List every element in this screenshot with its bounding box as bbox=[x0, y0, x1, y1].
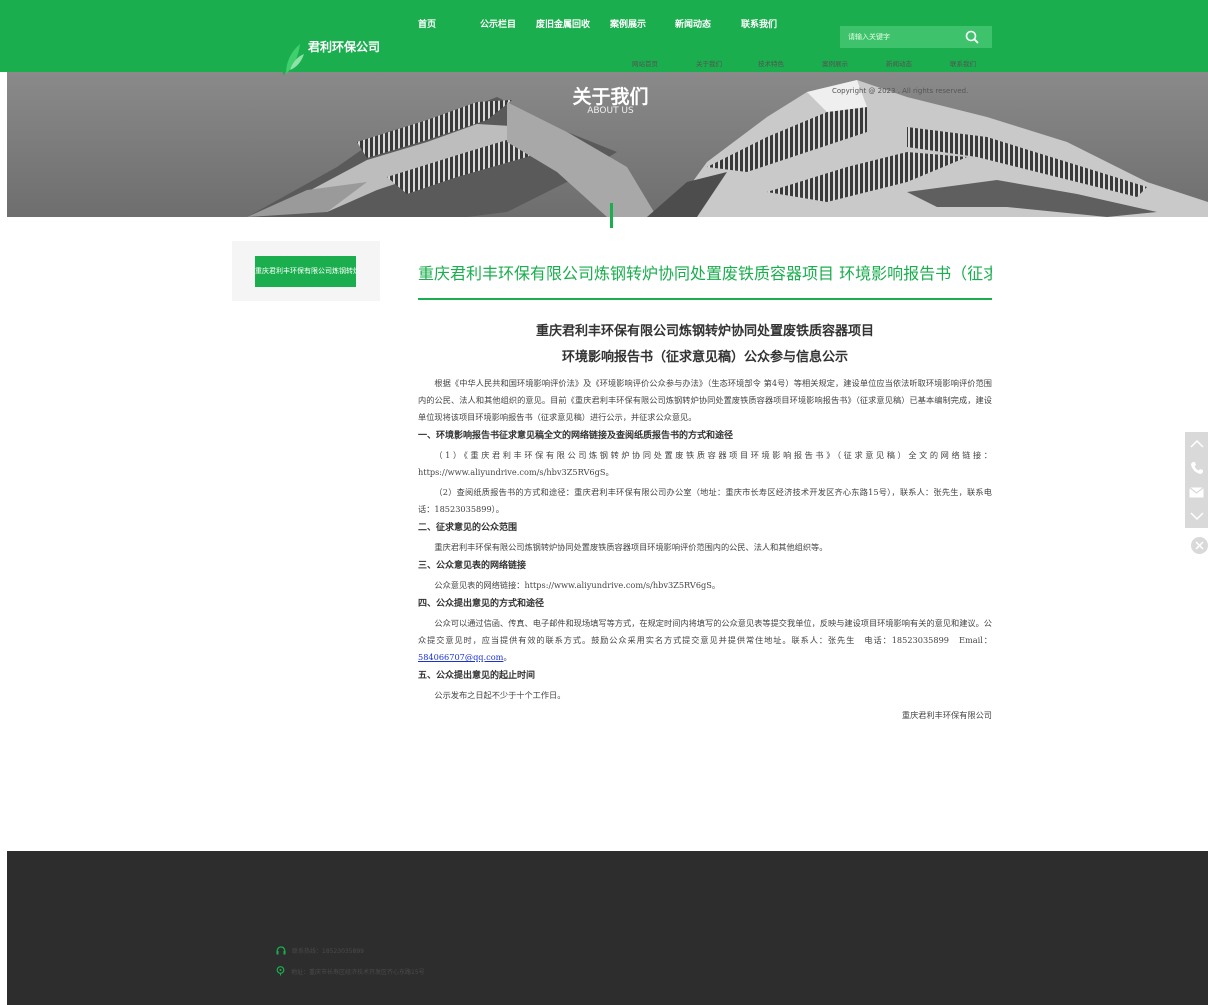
intro-paragraph: 根据《中华人民共和国环境影响评价法》及《环境影响评价公众参与办法》（生态环境部令… bbox=[418, 378, 992, 422]
logo-leaf-icon bbox=[282, 44, 304, 76]
section-2-paragraph: 重庆君利丰环保有限公司炼钢转炉协同处置废铁质容器项目环境影响评价范围内的公民、法… bbox=[434, 542, 828, 552]
banner-title: 关于我们 bbox=[572, 86, 649, 108]
footer-nav-about[interactable]: 关于我们 bbox=[696, 58, 758, 68]
nav-metal-recycling[interactable]: 废旧金属回收 bbox=[536, 17, 610, 30]
phone-icon[interactable] bbox=[1185, 456, 1208, 480]
section-4-text: 公众可以通过信函、传真、电子邮件和现场填写等方式，在规定时间内将填写的公众意见表… bbox=[418, 618, 992, 645]
footer-nav-home[interactable]: 网站首页 bbox=[632, 58, 696, 68]
section-1-paragraph-1: （1）《重庆君利丰环保有限公司炼钢转炉协同处置废铁质容器项目环境影响报告书》（征… bbox=[418, 450, 992, 477]
footer-slogan: 改变，正当其时 bbox=[308, 57, 357, 65]
close-icon[interactable] bbox=[1191, 537, 1208, 554]
floating-toolbar bbox=[1185, 432, 1208, 528]
footer-nav: 网站首页 关于我们 技术特色 案例展示 新闻动态 联系我们 bbox=[632, 58, 990, 68]
sidebar-item-active[interactable]: 重庆君利丰环保有限公司炼钢转炉协同处置废铁质容器项目 环境影响报告书（征求意见稿… bbox=[255, 256, 356, 287]
section-3-paragraph: 公众意见表的网络链接：https://www.aliyundrive.com/s… bbox=[434, 580, 721, 590]
top-nav-bar: 首页 公示栏目 废旧金属回收 案例展示 新闻动态 联系我们 bbox=[0, 0, 1208, 72]
article-header: 重庆君利丰环保有限公司炼钢转炉协同处置废铁质容器项目 环境影响报告书（征求意见稿… bbox=[418, 264, 992, 283]
footer-hotline-text: 联系热线：18523035899 bbox=[292, 948, 364, 955]
section-4-paragraph: 公众可以通过信函、传真、电子邮件和现场填写等方式，在规定时间内将填写的公众意见表… bbox=[418, 615, 992, 666]
nav-cases[interactable]: 案例展示 bbox=[610, 17, 675, 30]
search-box bbox=[840, 26, 992, 48]
section-2-heading: 二、征求意见的公众范围 bbox=[418, 523, 518, 533]
chevron-up-icon[interactable] bbox=[1185, 432, 1208, 456]
footer-hotline: 联系热线：18523035899 bbox=[276, 946, 364, 955]
copyright: Copyright @ 2023 . All rights reserved. bbox=[832, 87, 969, 95]
footer-address-text: 地址：重庆市长寿区经济技术开发区齐心东路15号 bbox=[291, 968, 425, 976]
section-4-end: 。 bbox=[503, 652, 512, 662]
chevron-down-icon[interactable] bbox=[1185, 504, 1208, 528]
footer-nav-tech[interactable]: 技术特色 bbox=[758, 58, 822, 68]
nav-contact[interactable]: 联系我们 bbox=[741, 17, 801, 30]
headset-icon bbox=[276, 946, 286, 955]
footer-nav-news[interactable]: 新闻动态 bbox=[886, 58, 950, 68]
footer bbox=[7, 851, 1208, 1005]
footer-address: 地址：重庆市长寿区经济技术开发区齐心东路15号 bbox=[276, 966, 425, 976]
footer-nav-contact[interactable]: 联系我们 bbox=[950, 58, 990, 68]
section-5-paragraph: 公示发布之日起不少于十个工作日。 bbox=[434, 690, 566, 700]
section-1-paragraph-2: （2）查阅纸质报告书的方式和途径：重庆君利丰环保有限公司办公室（地址：重庆市长寿… bbox=[418, 487, 992, 514]
nav-home[interactable]: 首页 bbox=[418, 17, 480, 30]
location-pin-icon bbox=[276, 966, 285, 976]
banner-accent-line bbox=[610, 203, 613, 228]
article-body: 重庆君利丰环保有限公司炼钢转炉协同处置废铁质容器项目 环境影响报告书（征求意见稿… bbox=[418, 322, 992, 724]
footer-nav-cases[interactable]: 案例展示 bbox=[822, 58, 886, 68]
header-divider bbox=[418, 298, 992, 300]
article-title-line1: 重庆君利丰环保有限公司炼钢转炉协同处置废铁质容器项目 bbox=[535, 324, 874, 339]
sidebar: 重庆君利丰环保有限公司炼钢转炉协同处置废铁质容器项目 环境影响报告书（征求意见稿… bbox=[232, 241, 380, 301]
banner-subtitle: ABOUT US bbox=[587, 106, 634, 116]
section-1-heading: 一、环境影响报告书征求意见稿全文的网络链接及查阅纸质报告书的方式和途径 bbox=[418, 431, 734, 441]
footer-brand: 君利环保公司 bbox=[308, 40, 381, 54]
section-5-heading: 五、公众提出意见的起止时间 bbox=[418, 671, 536, 681]
contact-email-link[interactable]: 584066707@qq.com bbox=[418, 652, 503, 662]
signature: 重庆君利丰环保有限公司 bbox=[901, 710, 992, 720]
mail-icon[interactable] bbox=[1185, 480, 1208, 504]
section-3-heading: 三、公众意见表的网络链接 bbox=[418, 561, 527, 571]
nav-notice[interactable]: 公示栏目 bbox=[480, 17, 536, 30]
search-icon[interactable] bbox=[964, 29, 980, 45]
section-4-heading: 四、公众提出意见的方式和途径 bbox=[418, 599, 545, 609]
search-input[interactable] bbox=[848, 29, 960, 45]
nav-news[interactable]: 新闻动态 bbox=[675, 17, 741, 30]
main-nav: 首页 公示栏目 废旧金属回收 案例展示 新闻动态 联系我们 bbox=[418, 17, 801, 30]
article-title-line2: 环境影响报告书（征求意见稿）公众参与信息公示 bbox=[561, 350, 848, 365]
